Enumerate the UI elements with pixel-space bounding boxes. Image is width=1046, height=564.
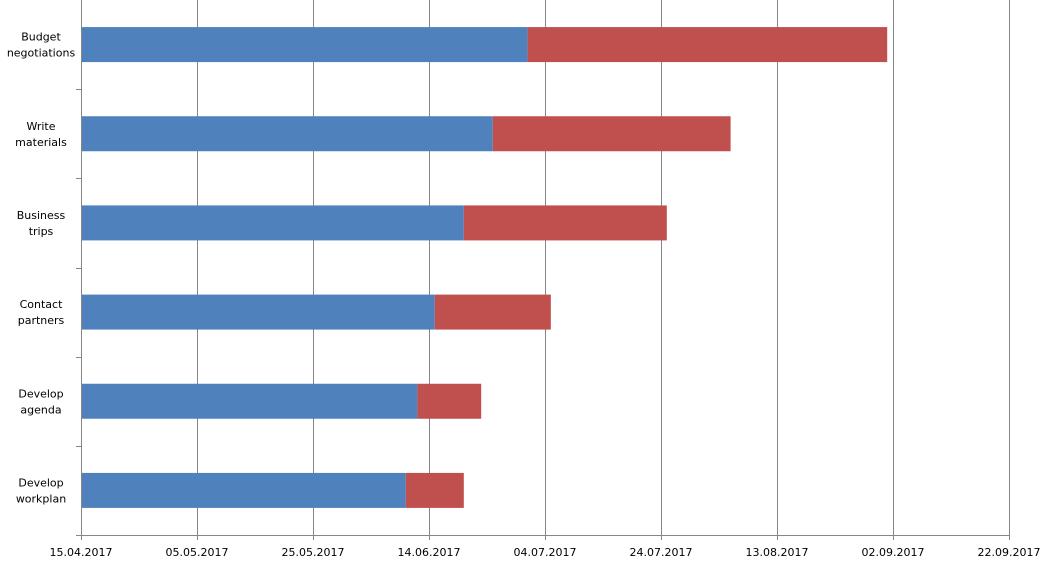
axes <box>76 0 1010 540</box>
x-tick-label: 14.06.2017 <box>398 546 461 559</box>
bar-start-offset <box>81 205 464 241</box>
category-label: Develop <box>18 387 63 400</box>
category-label: Write <box>26 120 55 133</box>
tick-labels: 15.04.2017 05.05.2017 25.05.2017 14.06.2017… <box>50 546 1041 559</box>
bar-duration <box>527 27 888 63</box>
category-label: Contact <box>20 298 63 311</box>
gantt-chart: Develop workplan Develop agenda Contact partn… <box>7 0 1041 559</box>
bar-start-offset <box>81 294 435 330</box>
bar-duration <box>463 205 667 241</box>
bar-duration <box>405 472 464 508</box>
bar-start-offset <box>81 27 528 63</box>
x-tick-label: 05.05.2017 <box>166 546 229 559</box>
x-tick-label: 24.07.2017 <box>630 546 693 559</box>
x-tick-label: 25.05.2017 <box>282 546 345 559</box>
category-label: materials <box>15 136 67 149</box>
category-label: trips <box>29 225 54 238</box>
category-label: partners <box>18 314 65 327</box>
gridlines <box>197 0 1010 535</box>
bars <box>81 27 888 508</box>
category-label: Business <box>17 209 66 222</box>
x-tick-label: 02.09.2017 <box>862 546 925 559</box>
bar-duration <box>492 116 731 152</box>
category-label: negotiations <box>7 47 76 60</box>
category-label: agenda <box>20 403 61 416</box>
category-label: Develop <box>18 476 63 489</box>
x-tick-label: 04.07.2017 <box>514 546 577 559</box>
category-labels: Develop workplan Develop agenda Contact partn… <box>7 31 76 506</box>
bar-duration <box>417 383 482 419</box>
bar-start-offset <box>81 116 493 152</box>
category-label: workplan <box>16 492 66 505</box>
bar-duration <box>434 294 551 330</box>
x-tick-label: 13.08.2017 <box>746 546 809 559</box>
x-tick-label: 22.09.2017 <box>978 546 1041 559</box>
bar-start-offset <box>81 383 418 419</box>
x-tick-label: 15.04.2017 <box>50 546 113 559</box>
bar-start-offset <box>81 472 406 508</box>
category-label: Budget <box>21 31 61 44</box>
